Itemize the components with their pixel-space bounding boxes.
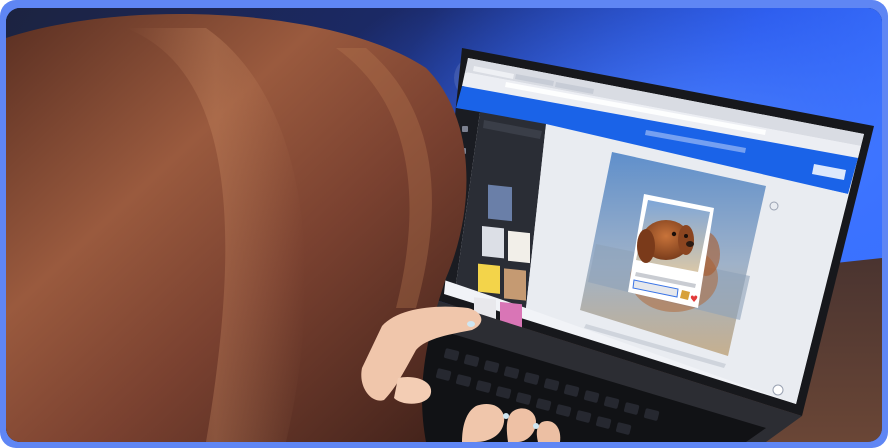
thumb-1 (488, 184, 512, 222)
thumb-3 (508, 230, 530, 264)
photo-frame: ♥ (0, 0, 888, 448)
dog-ear-left (637, 229, 655, 263)
thumb-2 (482, 226, 504, 259)
photograph: ♥ (6, 8, 882, 442)
photo-scene: ♥ (6, 8, 882, 442)
thumb-4 (478, 263, 500, 294)
heart-icon: ♥ (690, 295, 698, 305)
dog-ear-right (678, 225, 694, 255)
rail-icon-1 (462, 126, 468, 132)
thumb-5 (504, 268, 526, 301)
zoom-icon[interactable] (772, 384, 784, 396)
